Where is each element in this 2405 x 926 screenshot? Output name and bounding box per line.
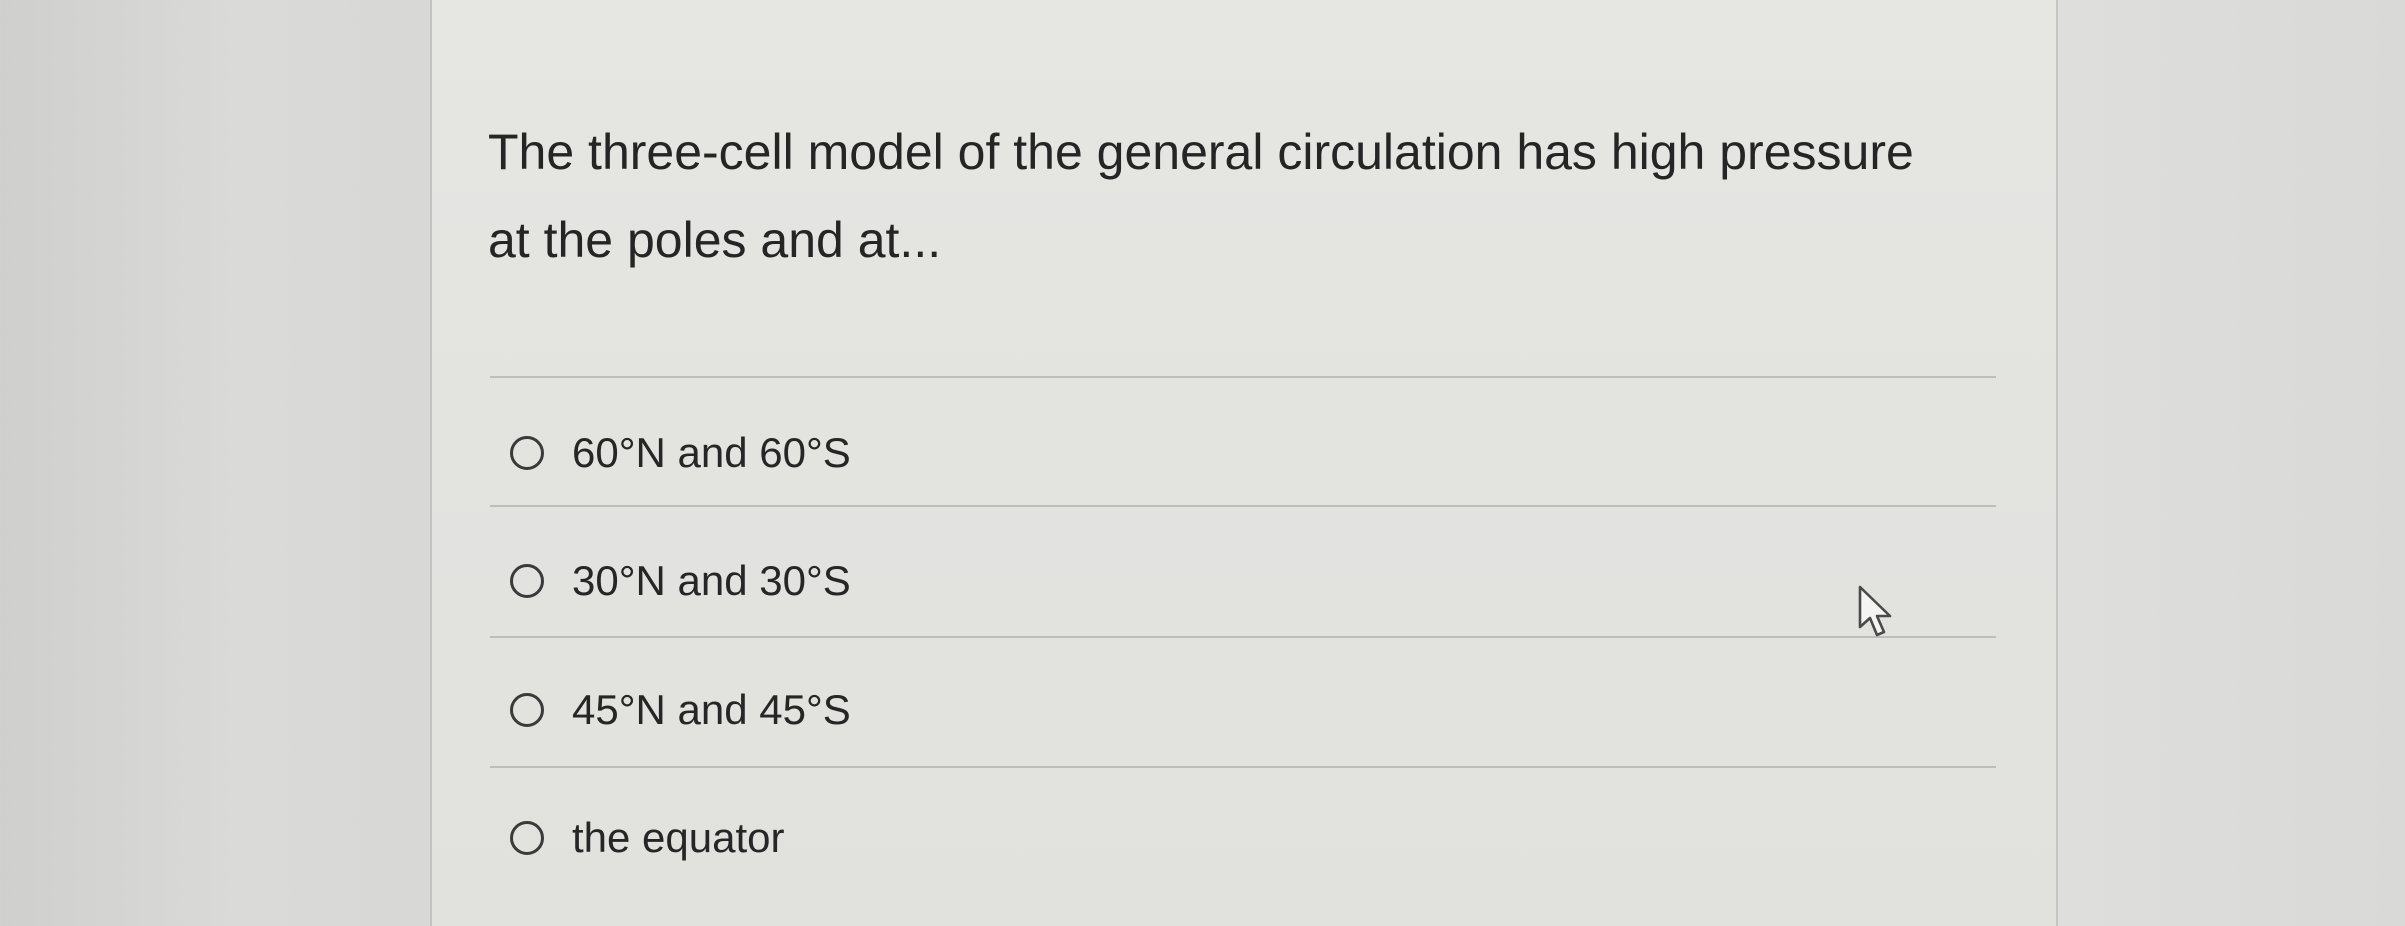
option-the-equator[interactable]: the equator [510, 808, 785, 868]
question-line-2: at the poles and at... [488, 212, 942, 268]
question-line-1: The three-cell model of the general circ… [488, 124, 1914, 180]
radio-button[interactable] [510, 436, 544, 470]
option-label: the equator [572, 814, 785, 861]
radio-button[interactable] [510, 693, 544, 727]
radio-button[interactable] [510, 821, 544, 855]
option-30n-30s[interactable]: 30°N and 30°S [510, 551, 851, 611]
arrow-pointer-icon [1858, 585, 1892, 637]
option-label: 45°N and 45°S [572, 686, 851, 733]
option-label: 30°N and 30°S [572, 557, 851, 604]
question-text: The three-cell model of the general circ… [488, 108, 2008, 284]
divider [490, 505, 1996, 507]
option-45n-45s[interactable]: 45°N and 45°S [510, 680, 851, 740]
divider [490, 636, 1996, 638]
option-60n-60s[interactable]: 60°N and 60°S [510, 423, 851, 483]
divider [490, 766, 1996, 768]
radio-button[interactable] [510, 564, 544, 598]
option-label: 60°N and 60°S [572, 429, 851, 476]
divider [490, 376, 1996, 378]
